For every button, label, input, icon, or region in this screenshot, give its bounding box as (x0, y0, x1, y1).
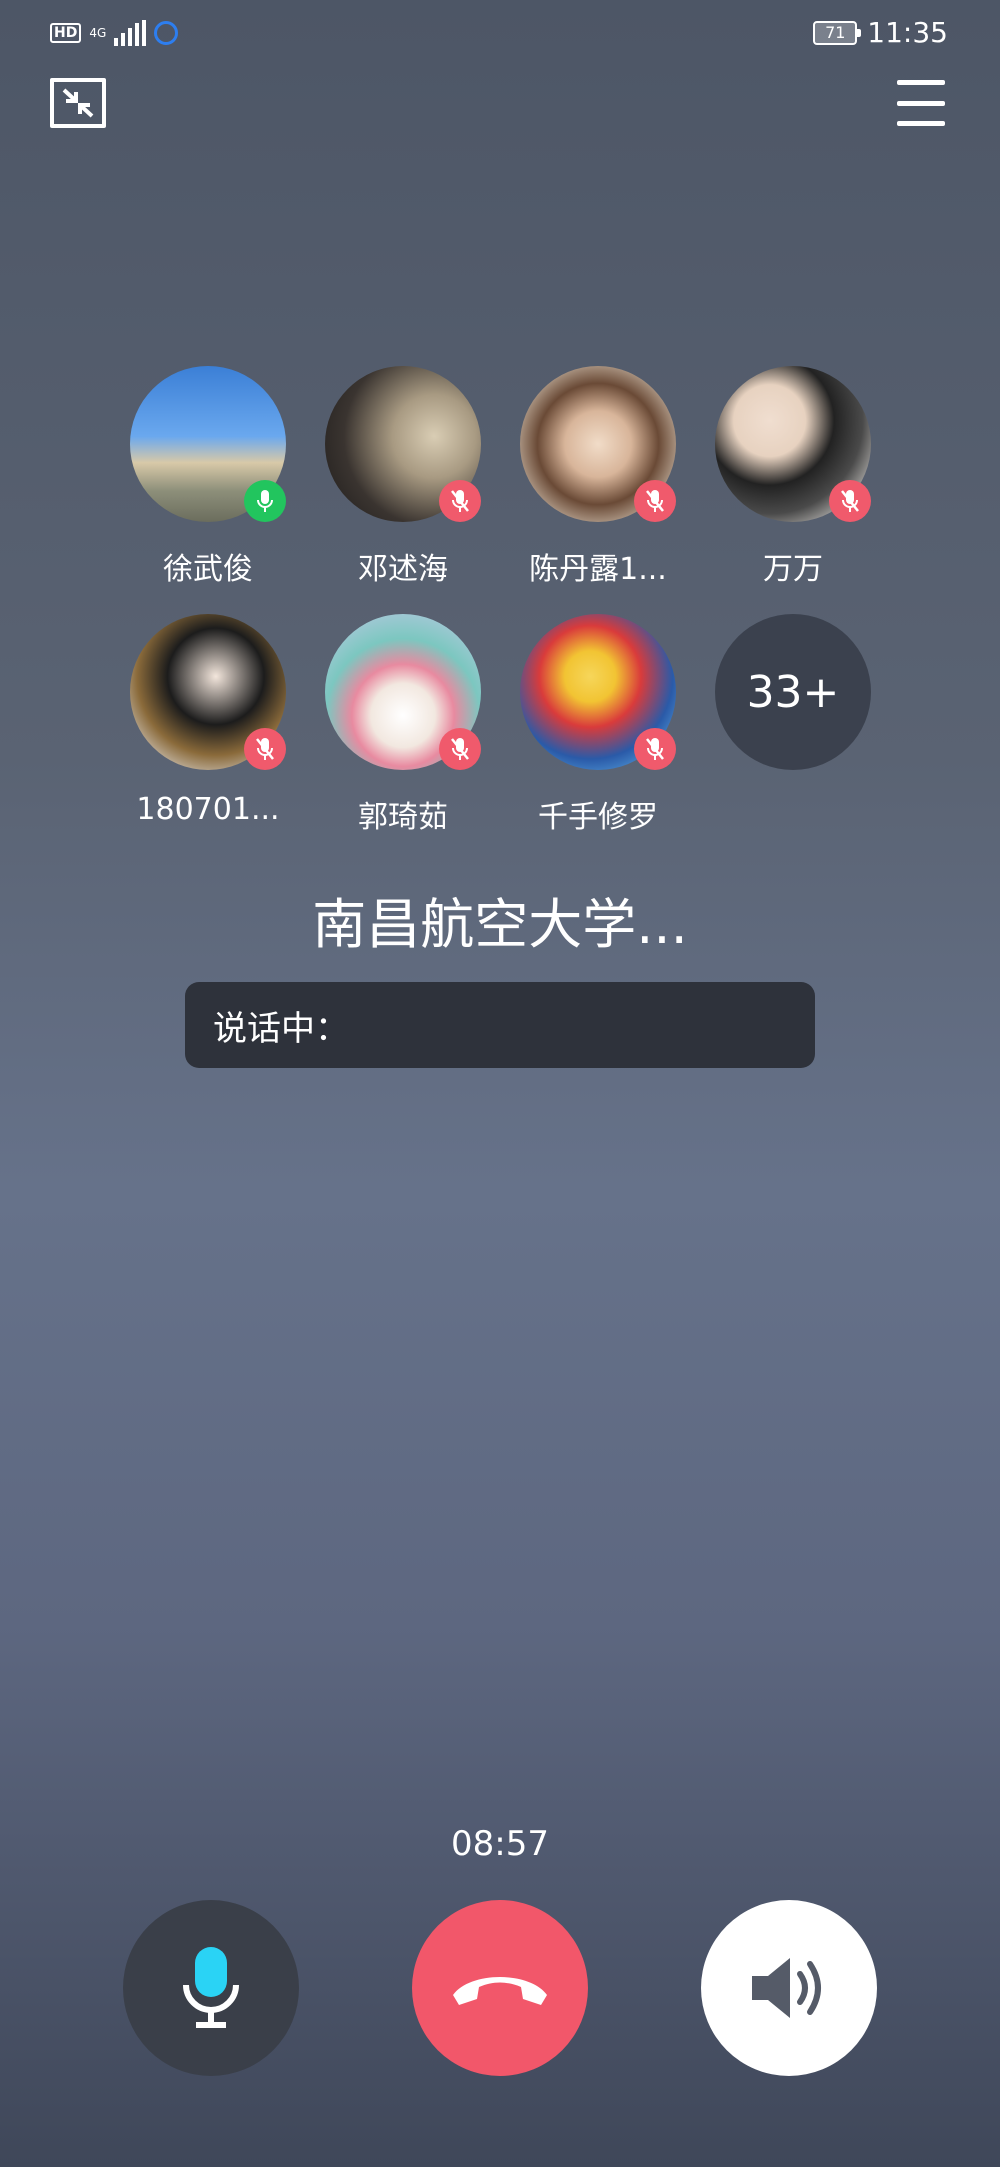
minimize-button[interactable] (50, 78, 106, 128)
mic-on-icon (244, 480, 286, 522)
participant-name: 邓述海 (358, 552, 448, 587)
participant-row: 徐武俊 邓述海 陈丹露1... 万万 (130, 366, 871, 606)
participant[interactable]: 邓述海 (325, 366, 481, 588)
phone-hangup-icon (453, 1977, 547, 2005)
status-right: 71 11:35 (813, 16, 948, 49)
participant-row: 180701... 郭琦茹 千手修罗 33+ (130, 614, 871, 854)
status-bar: HD 4G 71 11:35 (0, 0, 1000, 70)
speaker-icon (752, 1958, 821, 2018)
avatar (520, 366, 676, 522)
avatar (520, 614, 676, 770)
minimize-icon (62, 88, 94, 118)
avatar (325, 614, 481, 770)
hd-badge: HD (50, 23, 82, 43)
microphone-button[interactable] (123, 1900, 299, 2076)
participant[interactable]: 徐武俊 (130, 366, 286, 588)
group-name: 南昌航空大学... (312, 893, 688, 956)
avatar (325, 366, 481, 522)
more-participants-button[interactable]: 33+ (715, 614, 871, 770)
more-participants-count: 33+ (715, 614, 871, 770)
menu-icon-bar (897, 121, 945, 126)
call-timer: 08:57 (451, 1824, 549, 1864)
participant-name: 千手修罗 (538, 800, 658, 835)
menu-icon-bar (897, 100, 945, 106)
participant-name: 郭琦茹 (358, 800, 448, 835)
participant-name: 徐武俊 (163, 552, 253, 587)
mic-muted-icon (829, 480, 871, 522)
mic-muted-icon (244, 728, 286, 770)
participant[interactable]: 陈丹露1... (520, 366, 676, 588)
avatar (715, 366, 871, 522)
participant[interactable]: 万万 (715, 366, 871, 588)
participant-name: 万万 (763, 552, 823, 587)
menu-button[interactable] (897, 80, 945, 126)
avatar (130, 614, 286, 770)
status-left: HD 4G (50, 20, 179, 46)
signal-icon (114, 20, 147, 46)
speaking-label: 说话中： (213, 1008, 349, 1049)
hangup-button[interactable] (412, 1900, 588, 2076)
avatar (130, 366, 286, 522)
menu-icon-bar (897, 80, 945, 85)
participant[interactable]: 180701... (130, 614, 286, 827)
clock: 11:35 (867, 16, 948, 49)
microphone-icon (183, 1947, 239, 2028)
call-indicator-icon (154, 21, 179, 45)
battery-icon: 71 (813, 20, 862, 45)
participant[interactable]: 郭琦茹 (325, 614, 481, 836)
mic-muted-icon (634, 728, 676, 770)
participant[interactable]: 千手修罗 (520, 614, 676, 836)
mic-muted-icon (439, 728, 481, 770)
participant-name: 180701... (136, 792, 280, 827)
speaking-indicator: 说话中： (185, 982, 815, 1068)
mic-muted-icon (439, 480, 481, 522)
speaker-button[interactable] (701, 1900, 877, 2076)
participant-name: 陈丹露1... (529, 552, 667, 587)
mic-muted-icon (634, 480, 676, 522)
network-type: 4G (89, 26, 107, 40)
